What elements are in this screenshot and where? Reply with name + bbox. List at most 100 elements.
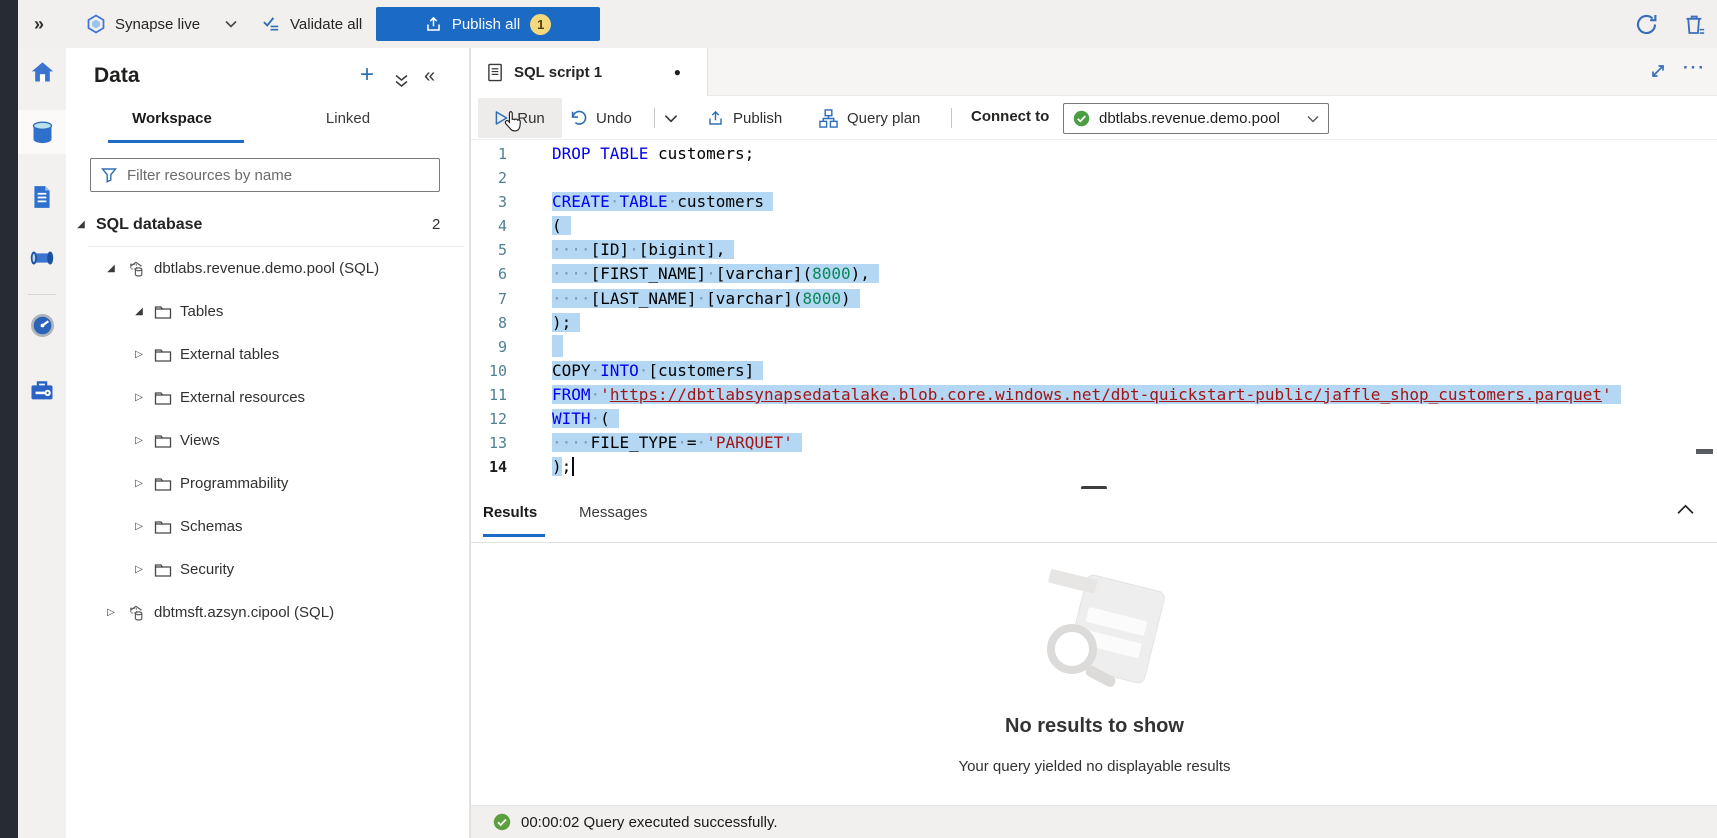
code-line[interactable]: 4( <box>471 214 1717 238</box>
code-line[interactable]: 7····[LAST_NAME]·[varchar](8000) <box>471 287 1717 311</box>
nav-home[interactable] <box>18 50 66 94</box>
folder-icon <box>154 519 172 535</box>
tree-item-sql-database[interactable]: ◢ SQL database 2 <box>66 203 470 246</box>
database-icon <box>29 119 56 146</box>
filter-input[interactable] <box>125 166 429 185</box>
tree-item-pool-dbtmsft[interactable]: ▷ dbtmsft.azsyn.cipool (SQL) <box>66 591 470 634</box>
code-line[interactable]: 5····[ID]·[bigint], <box>471 238 1717 262</box>
code-line[interactable]: 14); <box>471 455 1717 479</box>
sql-script-icon <box>487 63 504 82</box>
tree-item-external-tables[interactable]: ▷ External tables <box>66 333 470 376</box>
filter-box[interactable] <box>90 158 440 192</box>
tab-more-button[interactable]: ··· <box>1683 58 1706 78</box>
data-panel: Data + « Workspace Linked ◢ SQL database… <box>66 48 470 838</box>
text-caret <box>572 457 574 476</box>
tree-item-external-resources[interactable]: ▷ External resources <box>66 376 470 419</box>
connected-pool-value: dbtlabs.revenue.demo.pool <box>1099 110 1280 127</box>
expander-icon[interactable]: ◢ <box>104 263 118 274</box>
connect-to-dropdown[interactable]: dbtlabs.revenue.demo.pool <box>1063 103 1329 134</box>
top-command-bar: » Synapse live Validate all Publi <box>0 0 1717 48</box>
nav-monitor[interactable] <box>18 303 66 347</box>
code-line[interactable]: 9 <box>471 335 1717 359</box>
code-line[interactable]: 6····[FIRST_NAME]·[varchar](8000), <box>471 262 1717 286</box>
chevron-down-icon <box>664 114 678 123</box>
collapse-panel-button[interactable]: « <box>424 65 435 87</box>
folder-icon <box>154 390 172 406</box>
tree-item-pool-dbtlabs[interactable]: ◢ dbtlabs.revenue.demo.pool (SQL) <box>66 247 470 290</box>
tree-item-schemas[interactable]: ▷ Schemas <box>66 505 470 548</box>
code-line[interactable]: 11FROM·'https://dbtlabsynapsedatalake.bl… <box>471 383 1717 407</box>
nav-manage[interactable] <box>18 368 66 412</box>
expander-icon[interactable]: ▷ <box>132 478 146 489</box>
tab-messages[interactable]: Messages <box>579 504 647 521</box>
publish-all-button[interactable]: Publish all 1 <box>376 7 600 41</box>
filter-funnel-icon <box>101 167 117 183</box>
expander-icon[interactable]: ▷ <box>132 435 146 446</box>
publish-button[interactable]: Publish <box>707 96 782 140</box>
expander-icon[interactable]: ▷ <box>132 349 146 360</box>
refresh-button[interactable] <box>1634 0 1659 48</box>
sql-code-editor[interactable]: 1DROP TABLE customers;23CREATE·TABLE·cus… <box>471 140 1717 489</box>
expander-icon[interactable]: ◢ <box>74 219 88 230</box>
tree-item-label: dbtmsft.azsyn.cipool (SQL) <box>154 604 334 621</box>
line-number: 3 <box>471 190 507 214</box>
expand-editor-button[interactable] <box>1649 62 1667 80</box>
tree-item-programmability[interactable]: ▷ Programmability <box>66 462 470 505</box>
code-line[interactable]: 2 <box>471 166 1717 190</box>
chevron-down-icon <box>225 20 237 28</box>
folder-icon <box>154 347 172 363</box>
nav-develop[interactable] <box>18 175 66 219</box>
query-plan-button[interactable]: Query plan <box>819 96 920 140</box>
expand-menu-button[interactable]: » <box>34 0 44 48</box>
folder-icon <box>154 562 172 578</box>
tree-item-security[interactable]: ▷ Security <box>66 548 470 591</box>
tab-linked[interactable]: Linked <box>298 110 398 127</box>
validate-all-button[interactable]: Validate all <box>262 0 362 48</box>
code-line[interactable]: 1DROP TABLE customers; <box>471 142 1717 166</box>
undo-redo-dropdown-button[interactable] <box>664 96 678 140</box>
synapse-studio-window: » Synapse live Validate all Publi <box>0 0 1717 838</box>
active-results-tab-underline <box>483 534 545 537</box>
discard-all-button[interactable] <box>1682 0 1707 48</box>
tab-workspace[interactable]: Workspace <box>102 110 242 127</box>
expander-icon[interactable]: ▷ <box>132 392 146 403</box>
code-line[interactable]: 3CREATE·TABLE·customers <box>471 190 1717 214</box>
tree-item-label: Views <box>180 432 220 449</box>
add-resource-button[interactable]: + <box>360 64 374 86</box>
no-results-illustration-icon <box>1020 569 1170 704</box>
left-nav-rail <box>18 48 66 838</box>
editor-scrollbar[interactable] <box>1696 449 1713 454</box>
document-icon <box>29 184 55 210</box>
gauge-icon <box>29 312 56 339</box>
tree-item-label: External resources <box>180 389 305 406</box>
code-line[interactable]: 8); <box>471 311 1717 335</box>
code-line[interactable]: 10COPY·INTO·[customers] <box>471 359 1717 383</box>
expander-icon[interactable]: ◢ <box>132 306 146 317</box>
expander-icon[interactable]: ▷ <box>132 564 146 575</box>
line-number: 6 <box>471 262 507 286</box>
undo-button[interactable]: Undo <box>569 96 632 140</box>
collapse-all-button[interactable] <box>394 74 409 88</box>
code-line[interactable]: 13····FILE_TYPE·=·'PARQUET' <box>471 431 1717 455</box>
environment-switcher[interactable]: Synapse live <box>86 0 237 48</box>
plus-icon: + <box>360 61 374 88</box>
nav-data[interactable] <box>18 110 66 154</box>
window-edge-strip <box>0 0 18 838</box>
tree-item-views[interactable]: ▷ Views <box>66 419 470 462</box>
nav-integrate[interactable] <box>18 236 66 280</box>
publish-all-label: Publish all <box>452 16 520 33</box>
code-lines: 1DROP TABLE customers;23CREATE·TABLE·cus… <box>471 142 1717 479</box>
expander-icon[interactable]: ▷ <box>132 521 146 532</box>
tab-results[interactable]: Results <box>483 504 537 521</box>
collapse-results-button[interactable] <box>1677 504 1694 515</box>
line-number: 5 <box>471 238 507 262</box>
tree-item-tables[interactable]: ◢ Tables <box>66 290 470 333</box>
expander-icon[interactable]: ▷ <box>104 607 118 618</box>
validate-all-label: Validate all <box>290 16 362 33</box>
line-number: 9 <box>471 335 507 359</box>
publish-upload-icon <box>425 16 442 33</box>
code-line[interactable]: 12WITH·( <box>471 407 1717 431</box>
toolbox-icon <box>28 376 56 404</box>
sql-pool-icon <box>126 259 146 279</box>
tab-sql-script-1[interactable]: SQL script 1 ● <box>471 48 708 96</box>
